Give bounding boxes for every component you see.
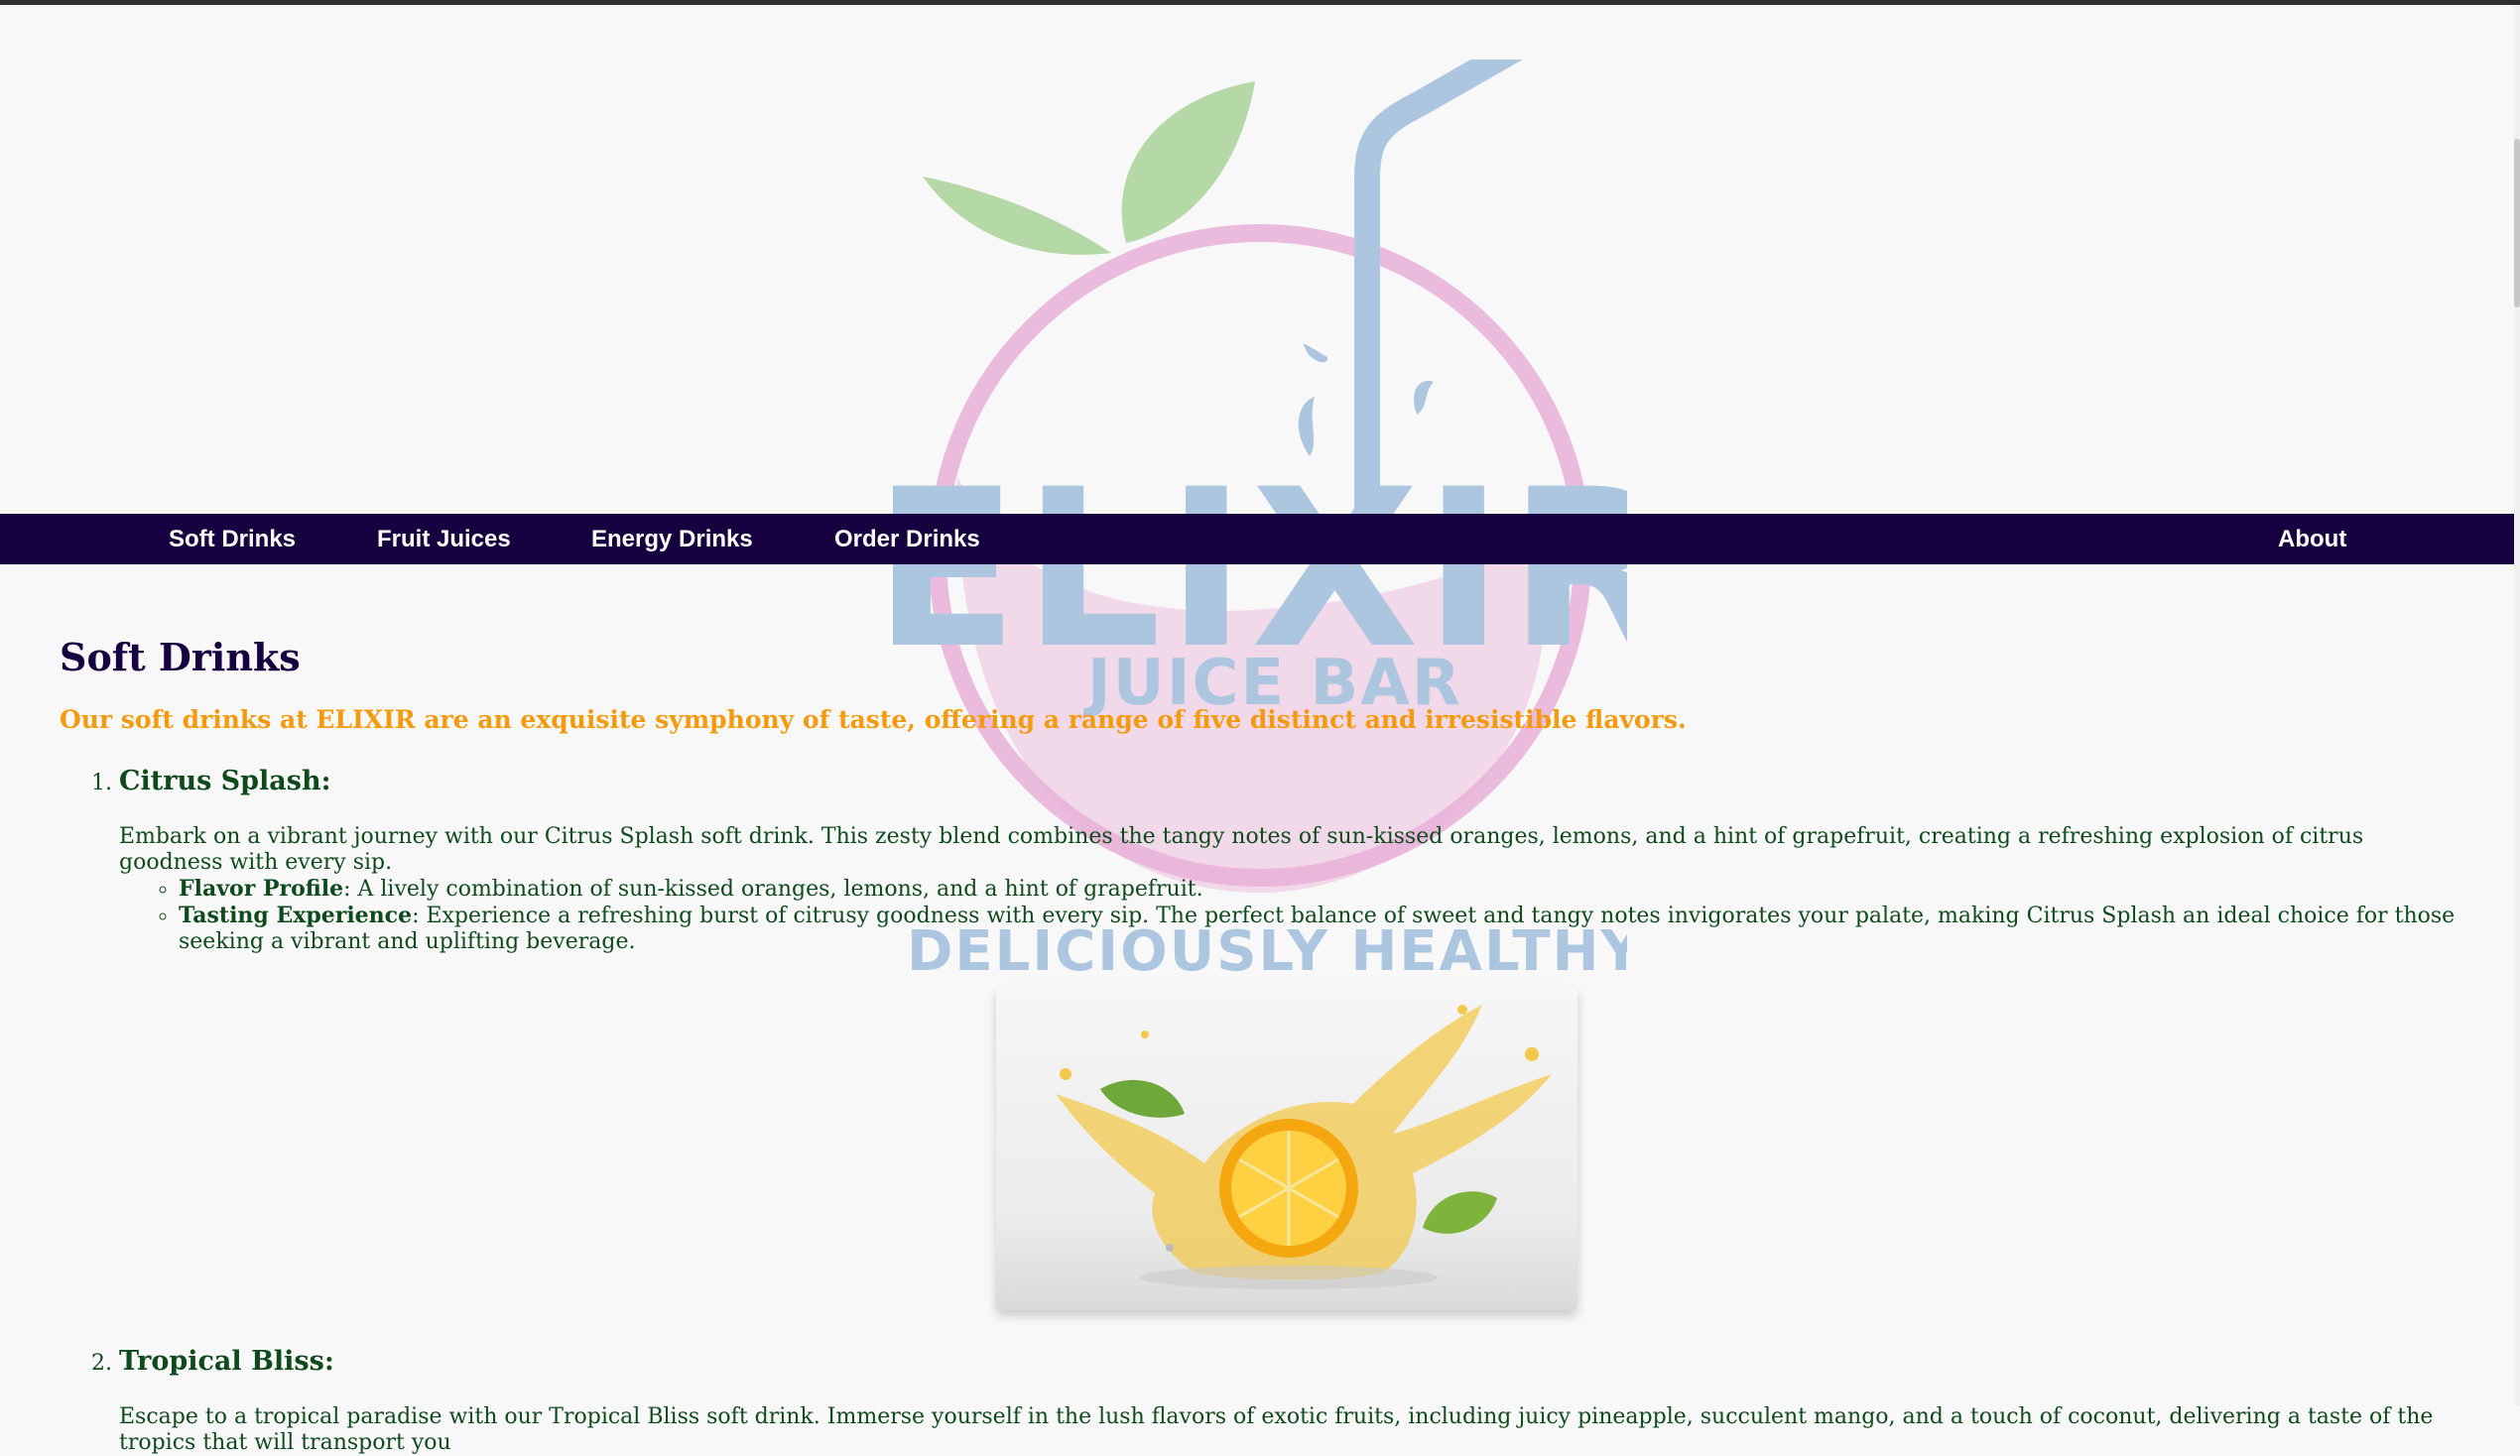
- leaf-large-icon: [1121, 81, 1255, 243]
- detail-text: : A lively combination of sun-kissed ora…: [343, 877, 1203, 903]
- nav-order-drinks[interactable]: Order Drinks: [834, 514, 980, 564]
- droplet-icon: [1298, 397, 1315, 456]
- splash-shadow-icon: [1140, 1266, 1438, 1290]
- nav-fruit-juices[interactable]: Fruit Juices: [377, 514, 511, 564]
- droplet-icon: [1414, 381, 1434, 415]
- detail-label: Tasting Experience: [179, 903, 413, 929]
- drink-name: Citrus Splash:: [119, 766, 331, 797]
- page-title: Soft Drinks: [60, 635, 301, 679]
- drink-item-citrus-splash: Citrus Splash: Embark on a vibrant journ…: [119, 764, 2460, 1311]
- detail-text: : Experience a refreshing burst of citru…: [179, 904, 2456, 955]
- leaf-icon: [1423, 1191, 1497, 1235]
- nav-energy-drinks[interactable]: Energy Drinks: [591, 514, 753, 564]
- main-content: Soft Drinks Our soft drinks at ELIXIR ar…: [60, 635, 2460, 1456]
- drink-description: Embark on a vibrant journey with our Cit…: [119, 824, 2364, 876]
- drink-item-tropical-bliss: Tropical Bliss: Escape to a tropical par…: [119, 1344, 2460, 1456]
- scrollbar-thumb[interactable]: [2514, 139, 2520, 307]
- drink-list: Citrus Splash: Embark on a vibrant journ…: [60, 764, 2460, 1456]
- nav-soft-drinks[interactable]: Soft Drinks: [169, 514, 296, 564]
- detail-tasting-experience: Tasting Experience: Experience a refresh…: [179, 903, 2460, 955]
- leaf-small-icon: [923, 177, 1111, 255]
- detail-flavor-profile: Flavor Profile: A lively combination of …: [179, 876, 2460, 903]
- drink-detail-list: Flavor Profile: A lively combination of …: [119, 876, 2460, 955]
- page-scrollbar[interactable]: [2514, 5, 2520, 1405]
- nav-about[interactable]: About: [2278, 514, 2346, 564]
- main-navbar: Soft Drinks Fruit Juices Energy Drinks O…: [0, 514, 2514, 564]
- browser-top-border: [0, 0, 2520, 5]
- straw-icon: [1354, 60, 1523, 539]
- droplet-icon: [1303, 343, 1328, 363]
- drink-name: Tropical Bliss:: [119, 1346, 334, 1378]
- drink-description: Escape to a tropical paradise with our T…: [119, 1404, 2434, 1456]
- detail-label: Flavor Profile: [179, 876, 344, 903]
- leaf-icon: [1100, 1080, 1185, 1119]
- lemon-splash-image: [996, 985, 1577, 1311]
- page-tagline: Our soft drinks at ELIXIR are an exquisi…: [60, 704, 1687, 734]
